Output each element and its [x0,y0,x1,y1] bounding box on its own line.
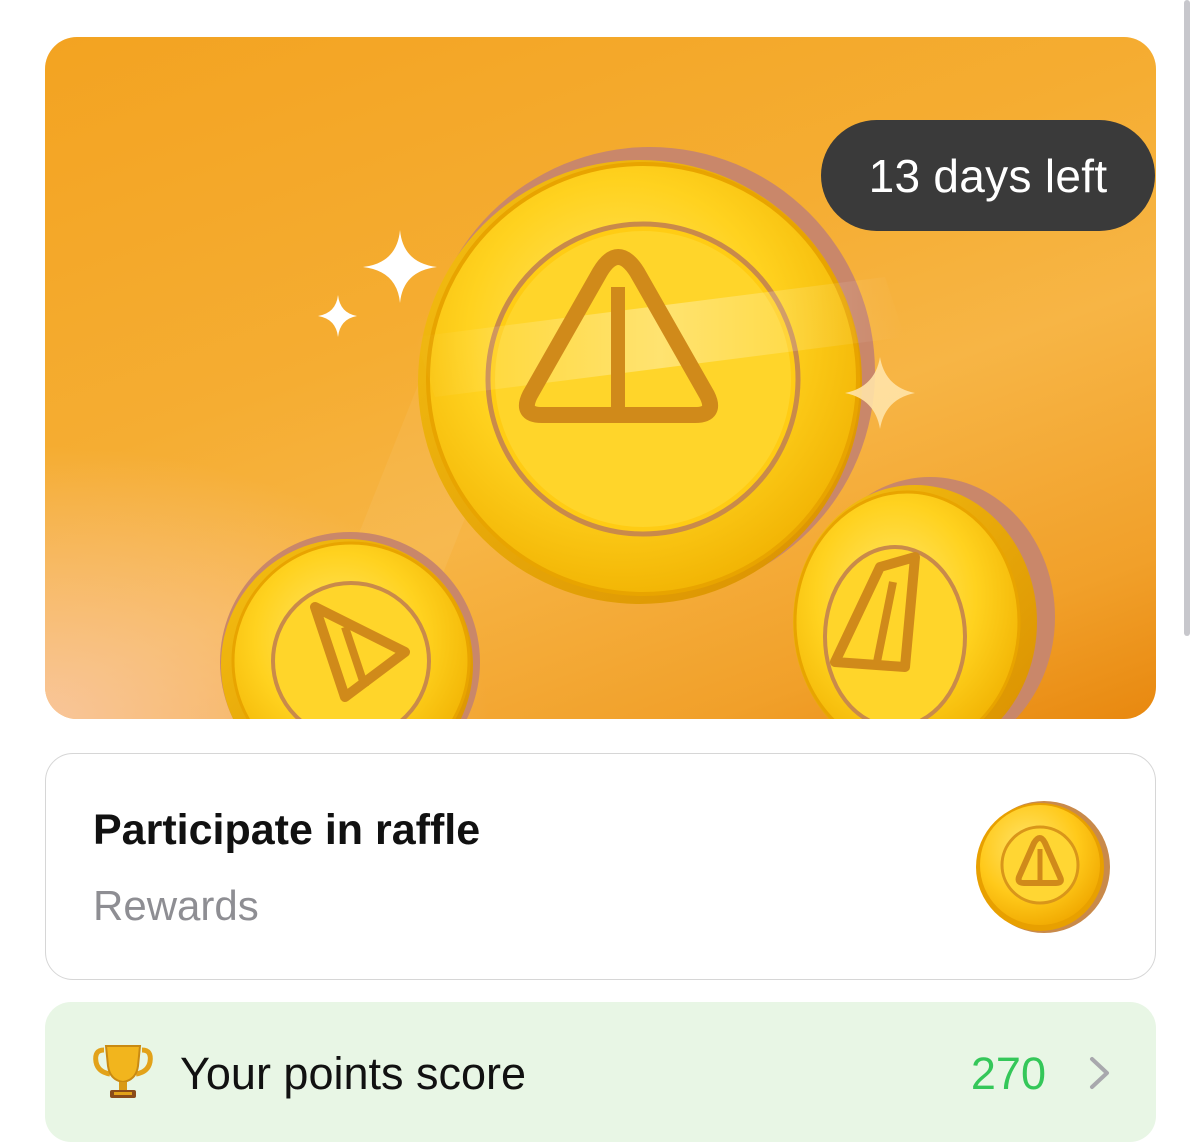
points-score-value: 270 [970,1048,1046,1099]
coin-icon [976,801,1110,933]
trophy-icon [93,1045,153,1098]
raffle-banner[interactable]: 13 days left [45,37,1156,719]
days-left-badge: 13 days left [821,120,1155,231]
raffle-title: Participate in raffle [93,806,481,854]
participate-raffle-card[interactable]: Participate in raffle Rewards [45,753,1156,980]
points-score-row[interactable]: Your points score 270 [45,1002,1156,1142]
points-score-label: Your points score [180,1048,527,1099]
scrollbar[interactable] [1184,0,1190,636]
raffle-subtitle: Rewards [93,882,259,929]
chevron-right-icon [1090,1057,1109,1089]
